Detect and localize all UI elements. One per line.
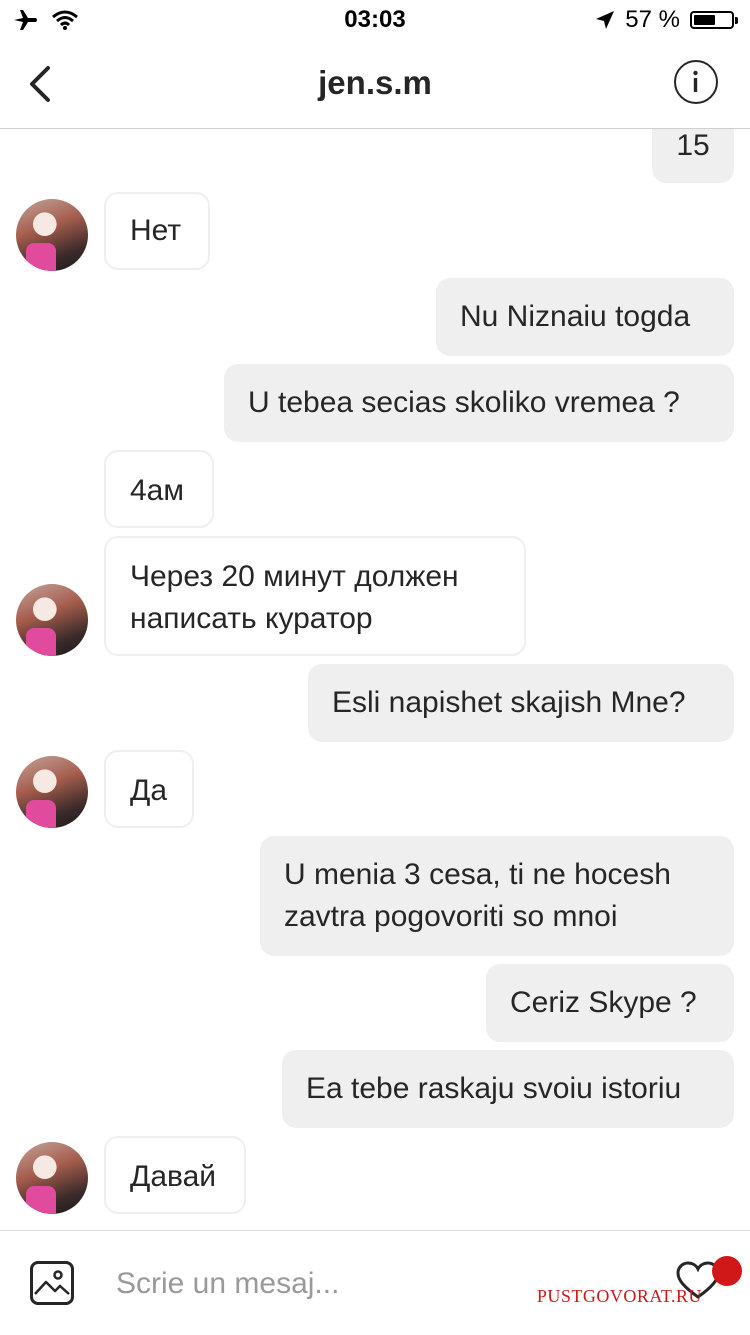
message-bubble[interactable]: Да (104, 750, 194, 828)
message-bubble[interactable]: Нет (104, 192, 210, 270)
message-bubble[interactable]: Nu Niznaiu togda (436, 278, 734, 356)
gallery-icon[interactable] (30, 1261, 74, 1305)
message-bubble[interactable]: 15 (652, 129, 734, 183)
battery-fill (694, 15, 715, 25)
message-text: U tebea secias skoliko vremea ? (248, 386, 680, 419)
avatar[interactable] (16, 199, 88, 271)
location-arrow-icon (596, 11, 615, 29)
gallery-glyph (34, 1270, 70, 1295)
battery-icon (690, 11, 738, 29)
message-bubble[interactable]: Ea tebe raskaju svoiu istoriu (282, 1050, 734, 1128)
message-text: Да (130, 774, 168, 807)
message-bubble[interactable]: 4ам (104, 450, 214, 528)
message-bubble[interactable]: Ceriz Skype ? (486, 964, 734, 1042)
avatar[interactable] (16, 756, 88, 828)
message-text: 4ам (130, 474, 184, 507)
message-bubble[interactable]: U tebea secias skoliko vremea ? (224, 364, 734, 442)
message-text: Нет (130, 214, 182, 247)
chat-header: jen.s.m (0, 40, 750, 129)
avatar[interactable] (16, 584, 88, 656)
info-glyph (693, 70, 698, 92)
message-text: Ceriz Skype ? (510, 986, 697, 1019)
avatar-shirt (26, 628, 56, 656)
message-text: Ea tebe raskaju svoiu istoriu (306, 1072, 682, 1105)
message-text: U menia 3 cesa, ti ne hocesh zavtra pogo… (284, 858, 671, 933)
message-text: Nu Niznaiu togda (460, 300, 691, 333)
message-text: 15 (676, 129, 710, 162)
info-icon[interactable] (674, 60, 718, 104)
avatar-shirt (26, 243, 56, 271)
avatar-shirt (26, 1186, 56, 1214)
avatar[interactable] (16, 1142, 88, 1214)
message-input[interactable] (114, 1261, 598, 1307)
message-bubble[interactable]: Esli napishet skajish Mne? (308, 664, 734, 742)
watermark-text: PUSTGOVORAT.RU (536, 1286, 702, 1306)
message-composer (0, 1230, 750, 1335)
battery-percent: 57 % (625, 6, 680, 33)
message-text: Esli napishet skajish Mne? (332, 686, 686, 719)
avatar-shirt (26, 800, 56, 828)
watermark-logo (712, 1256, 742, 1286)
message-bubble[interactable]: U menia 3 cesa, ti ne hocesh zavtra pogo… (260, 836, 734, 956)
message-bubble[interactable]: Давай (104, 1136, 246, 1214)
message-text: Через 20 минут должен написать куратор (130, 560, 459, 635)
message-bubble[interactable]: Через 20 минут должен написать куратор (104, 536, 526, 656)
status-bar: 03:03 57 % (0, 0, 750, 40)
chat-title[interactable]: jen.s.m (0, 64, 750, 102)
message-text: Давай (130, 1160, 217, 1193)
message-thread[interactable]: 15 Нет Nu Niznaiu togda U tebea secias s… (0, 129, 750, 1229)
